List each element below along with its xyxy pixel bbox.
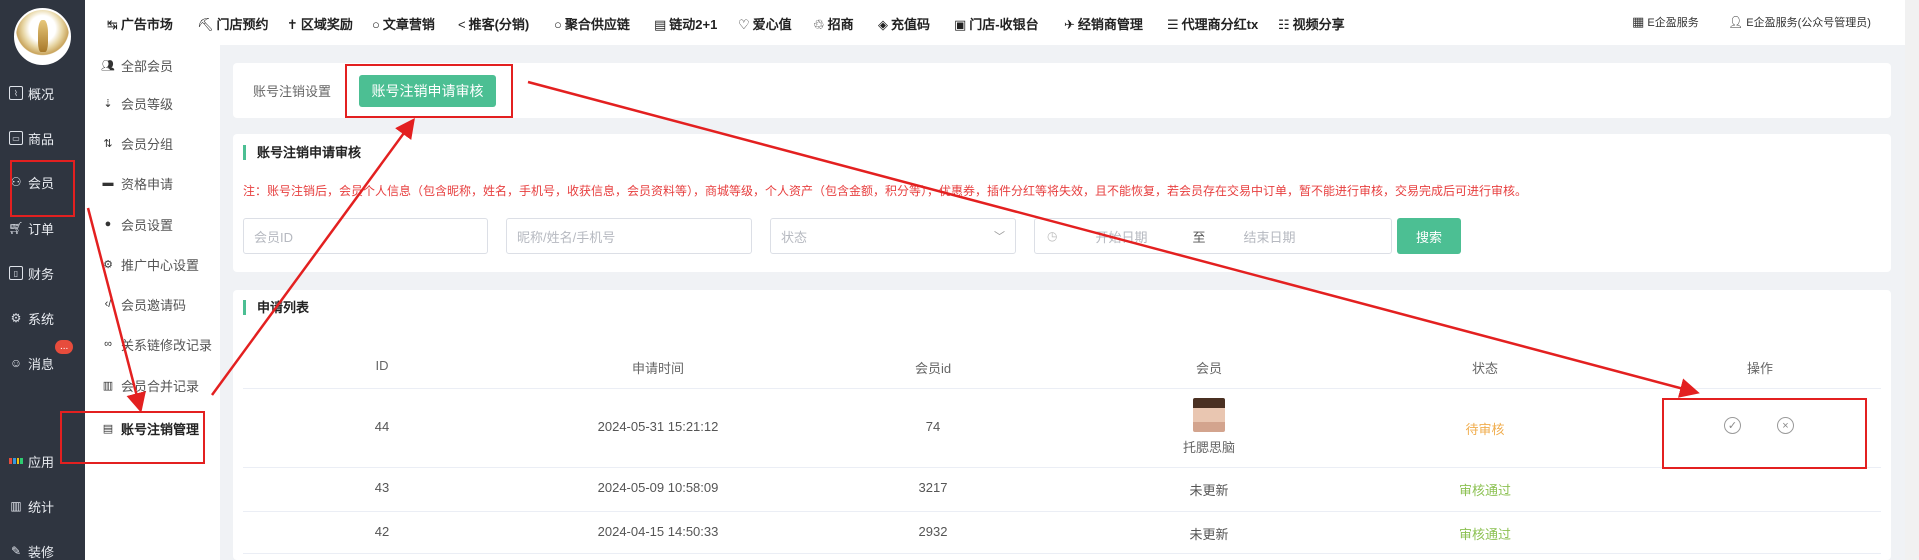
arrow-member-to-cancel xyxy=(86,207,146,413)
annotation-arrows xyxy=(86,80,1700,413)
arrow-tab-to-actions xyxy=(527,80,1700,398)
arrow-cancel-to-tab xyxy=(210,117,415,396)
